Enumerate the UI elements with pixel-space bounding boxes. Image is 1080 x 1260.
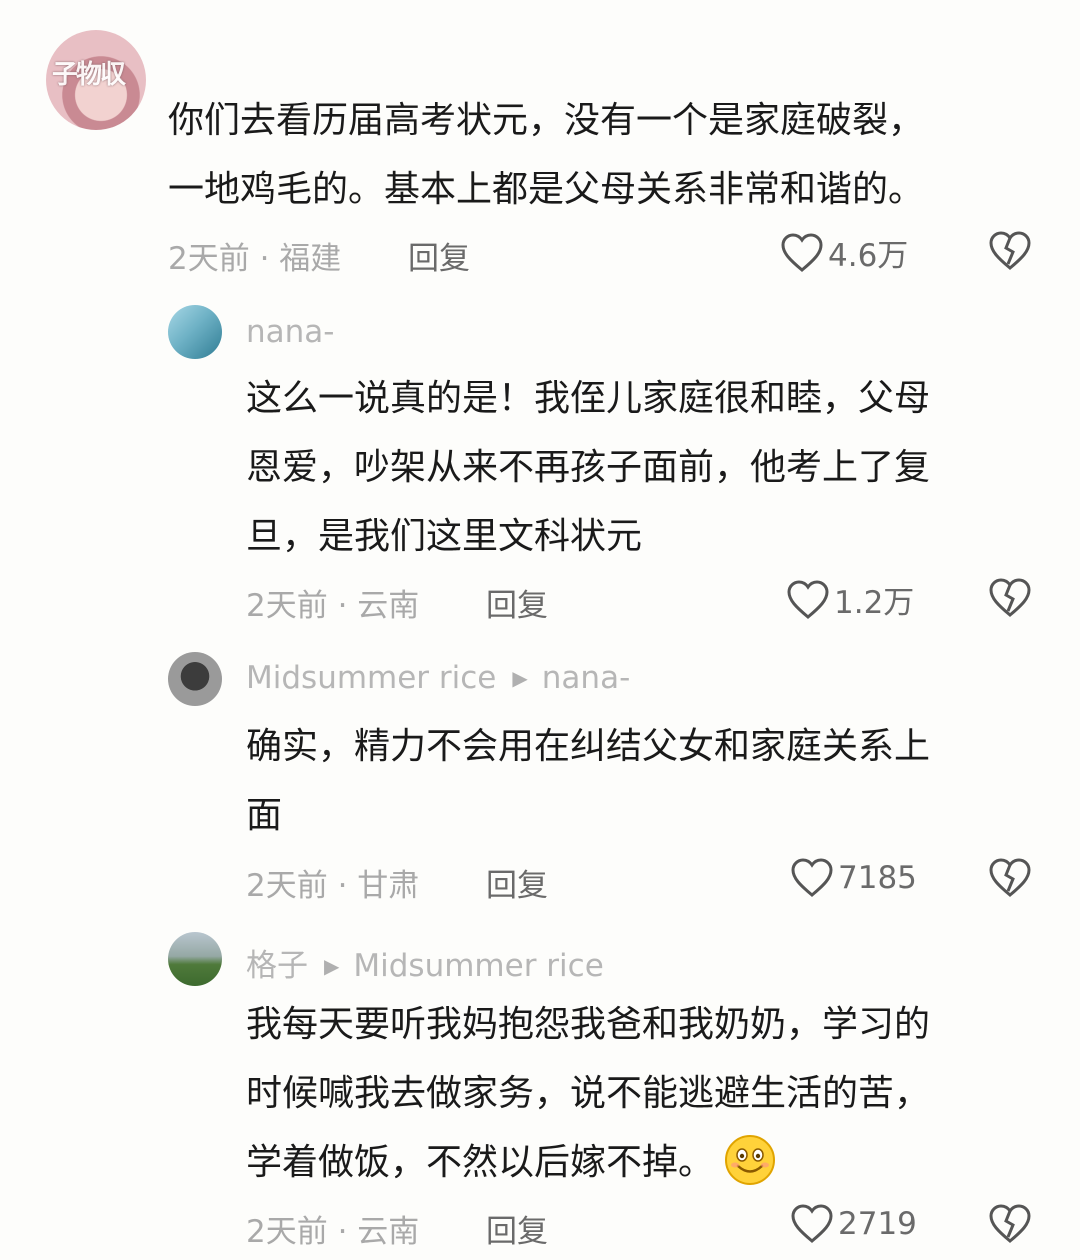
- like-count: 2719: [838, 1206, 917, 1242]
- avatar[interactable]: 子物収: [46, 30, 146, 130]
- comment-line-with-emoji: 学着做饭，不然以后嫁不掉。: [246, 1128, 930, 1197]
- username[interactable]: 格子 ▶ Midsummer rice: [246, 940, 604, 985]
- avatar[interactable]: [168, 652, 222, 706]
- comment-text: 这么一说真的是！我侄儿家庭很和睦，父母 恩爱，吵架从来不再孩子面前，他考上了复 …: [246, 364, 930, 571]
- comment-line: 旦，是我们这里文科状元: [246, 516, 643, 557]
- reply-to-label: nana-: [541, 660, 631, 696]
- dislike-icon[interactable]: [988, 230, 1032, 272]
- like-count: 1.2万: [834, 585, 915, 621]
- comment-line: 一地鸡毛的。基本上都是父母关系非常和谐的。: [168, 169, 925, 210]
- comment-line: 恩爱，吵架从来不再孩子面前，他考上了复: [246, 447, 931, 488]
- comment-line: 面: [246, 795, 283, 836]
- reply-button[interactable]: 回复: [408, 233, 470, 278]
- comment-line: 学着做饭，不然以后嫁不掉。: [246, 1142, 715, 1183]
- like-button[interactable]: 7185: [790, 857, 917, 899]
- like-count: 4.6万: [828, 238, 909, 274]
- reply-button[interactable]: 回复: [486, 1206, 548, 1251]
- username[interactable]: nana-: [246, 314, 334, 350]
- heart-icon: [787, 579, 829, 619]
- comment-text: 你们去看历届高考状元，没有一个是家庭破裂， 一地鸡毛的。基本上都是父母关系非常和…: [168, 86, 924, 224]
- comment-meta: 2天前 · 云南: [246, 1214, 420, 1250]
- comment-text: 我每天要听我妈抱怨我爸和我奶奶，学习的 时候喊我去做家务，说不能逃避生活的苦， …: [246, 990, 930, 1197]
- reply-arrow-icon: ▶: [324, 954, 340, 978]
- avatar[interactable]: [168, 305, 222, 359]
- dislike-icon[interactable]: [988, 577, 1032, 619]
- like-button[interactable]: 1.2万: [786, 577, 914, 622]
- comment-line: 确实，精力不会用在纠结父女和家庭关系上: [246, 726, 931, 767]
- dislike-icon[interactable]: [988, 1203, 1032, 1245]
- avatar[interactable]: [168, 932, 222, 986]
- reply-arrow-icon: ▶: [512, 666, 528, 690]
- comment-line: 你们去看历届高考状元，没有一个是家庭破裂，: [168, 100, 925, 141]
- smile-emoji-icon: [725, 1135, 776, 1185]
- username-label: Midsummer rice: [246, 660, 497, 696]
- heart-icon: [781, 232, 823, 272]
- like-button[interactable]: 4.6万: [780, 230, 908, 275]
- username-label: nana-: [246, 314, 335, 350]
- comment-line: 我每天要听我妈抱怨我爸和我奶奶，学习的: [246, 1004, 931, 1045]
- reply-button[interactable]: 回复: [486, 580, 548, 625]
- heart-icon: [791, 858, 833, 897]
- like-button[interactable]: 2719: [790, 1203, 917, 1245]
- comment-meta: 2天前 · 云南: [246, 588, 420, 624]
- comment-line: 这么一说真的是！我侄儿家庭很和睦，父母: [246, 378, 931, 419]
- comment-meta: 2天前 · 甘肃: [246, 868, 420, 904]
- heart-icon: [791, 1204, 833, 1243]
- username[interactable]: Midsummer rice ▶ nana-: [246, 660, 630, 696]
- dislike-icon[interactable]: [988, 857, 1032, 899]
- comment-line: 时候喊我去做家务，说不能逃避生活的苦，: [246, 1073, 931, 1114]
- reply-button[interactable]: 回复: [486, 860, 548, 905]
- like-count: 7185: [838, 860, 917, 896]
- reply-to-label: Midsummer rice: [353, 948, 604, 984]
- comment-meta: 2天前 · 福建: [168, 241, 342, 277]
- avatar-watermark: 子物収: [52, 60, 126, 90]
- username-label: 格子: [246, 948, 308, 984]
- comment-text: 确实，精力不会用在纠结父女和家庭关系上 面: [246, 712, 930, 850]
